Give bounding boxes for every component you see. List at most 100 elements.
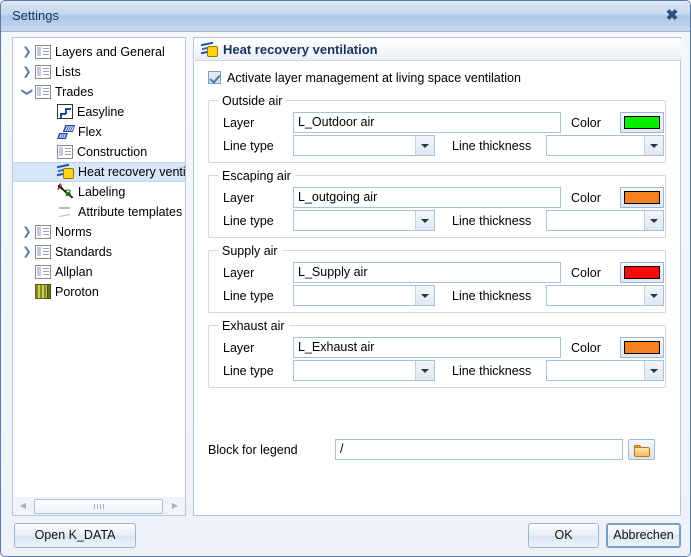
color-label: Color	[571, 341, 601, 355]
line-thickness-select[interactable]	[546, 360, 664, 381]
sidebar-item[interactable]: Attribute templates	[13, 202, 185, 222]
air-group: Exhaust air Layer L_Exhaust air Color Line t…	[208, 319, 666, 388]
line-thickness-select[interactable]	[546, 135, 664, 156]
block-for-legend-browse-button[interactable]	[628, 439, 655, 460]
tree-horizontal-scrollbar[interactable]: ◀ ▶	[12, 497, 186, 516]
chevron-down-icon[interactable]	[415, 211, 434, 230]
line-thickness-label: Line thickness	[452, 364, 532, 378]
close-icon[interactable]: ✖	[662, 7, 682, 25]
labeling-icon	[57, 183, 74, 199]
sidebar-item-label: Standards	[55, 245, 112, 259]
layer-input[interactable]: L_Supply air	[293, 262, 561, 283]
group-title: Outside air	[218, 94, 287, 108]
group-title: Escaping air	[218, 169, 295, 183]
color-swatch	[624, 341, 660, 354]
sidebar-item[interactable]: ❯ Lists	[13, 62, 185, 82]
page-title: Heat recovery ventilation	[223, 42, 378, 57]
line-thickness-label: Line thickness	[452, 214, 532, 228]
layer-label: Layer	[223, 116, 255, 130]
chevron-right-icon[interactable]: ❯	[19, 42, 35, 62]
layer-input[interactable]: L_Exhaust air	[293, 337, 561, 358]
folder-icon	[634, 445, 650, 457]
color-picker-button[interactable]	[620, 262, 664, 283]
color-label: Color	[571, 116, 601, 130]
air-group: Escaping air Layer L_outgoing air Color Line…	[208, 169, 666, 238]
page-icon	[35, 85, 51, 99]
settings-tree[interactable]: ❯ Layers and General ❯ Lists ❯ Trades Easylin…	[12, 37, 186, 516]
sidebar-item-label: Allplan	[55, 265, 93, 279]
sidebar-item-label: Lists	[55, 65, 81, 79]
sidebar-item-label: Labeling	[78, 185, 126, 199]
sidebar-item-label: Poroton	[55, 285, 99, 299]
title-bar: Settings ✖	[1, 1, 690, 32]
layer-input[interactable]: L_outgoing air	[293, 187, 561, 208]
chevron-down-icon[interactable]: ❯	[17, 84, 37, 100]
page-icon	[35, 65, 51, 79]
sidebar-item[interactable]: Labeling	[13, 182, 185, 202]
sidebar-item[interactable]: Allplan	[13, 262, 185, 282]
line-thickness-label: Line thickness	[452, 289, 532, 303]
page-icon	[35, 265, 51, 279]
line-thickness-select[interactable]	[546, 210, 664, 231]
chevron-right-icon[interactable]: ❯	[19, 62, 35, 82]
sidebar-item[interactable]: Flex	[13, 122, 185, 142]
sidebar-item[interactable]: Poroton	[13, 282, 185, 302]
sidebar-item-label: Norms	[55, 225, 92, 239]
layer-label: Layer	[223, 266, 255, 280]
open-k-data-button[interactable]: Open K_DATA	[14, 523, 136, 548]
sidebar-item[interactable]: Heat recovery ventilation	[13, 162, 185, 182]
chevron-right-icon[interactable]: ❯	[19, 242, 35, 262]
line-type-select[interactable]	[293, 360, 435, 381]
activate-layer-management-label: Activate layer management at living spac…	[227, 71, 521, 85]
layer-input[interactable]: L_Outdoor air	[293, 112, 561, 133]
content-panel: Heat recovery ventilation Activate layer…	[193, 37, 681, 516]
chevron-down-icon[interactable]	[644, 361, 663, 380]
sidebar-item-label: Attribute templates	[78, 205, 183, 219]
sidebar-item-label: Layers and General	[55, 45, 165, 59]
heat-recovery-icon	[201, 42, 218, 57]
sidebar-item[interactable]: Construction	[13, 142, 185, 162]
line-type-select[interactable]	[293, 285, 435, 306]
chevron-right-icon[interactable]: ❯	[19, 222, 35, 242]
chevron-left-icon[interactable]: ◀	[16, 499, 30, 512]
sidebar-item[interactable]: ❯ Layers and General	[13, 42, 185, 62]
sidebar-item-label: Trades	[55, 85, 94, 99]
scrollbar-thumb[interactable]	[34, 499, 163, 514]
color-picker-button[interactable]	[620, 337, 664, 358]
chevron-down-icon[interactable]	[415, 136, 434, 155]
line-type-label: Line type	[223, 364, 274, 378]
activate-layer-management-checkbox[interactable]	[208, 71, 221, 84]
sidebar-item[interactable]: ❯ Standards	[13, 242, 185, 262]
color-swatch	[624, 191, 660, 204]
window-title: Settings	[12, 8, 59, 23]
page-icon	[35, 45, 51, 59]
sidebar-item[interactable]: ❯ Trades	[13, 82, 185, 102]
ok-button[interactable]: OK	[528, 523, 599, 548]
line-thickness-label: Line thickness	[452, 139, 532, 153]
sidebar-item[interactable]: Easyline	[13, 102, 185, 122]
layer-label: Layer	[223, 341, 255, 355]
chevron-down-icon[interactable]	[644, 286, 663, 305]
cancel-button[interactable]: Abbrechen	[606, 523, 681, 548]
chevron-right-icon[interactable]: ▶	[168, 499, 182, 512]
chevron-down-icon[interactable]	[415, 286, 434, 305]
line-thickness-select[interactable]	[546, 285, 664, 306]
block-for-legend-input[interactable]: /	[335, 439, 623, 460]
color-picker-button[interactable]	[620, 112, 664, 133]
block-for-legend-label: Block for legend	[208, 443, 298, 457]
sidebar-item[interactable]: ❯ Norms	[13, 222, 185, 242]
chevron-down-icon[interactable]	[644, 211, 663, 230]
chevron-down-icon[interactable]	[644, 136, 663, 155]
chevron-down-icon[interactable]	[415, 361, 434, 380]
color-swatch	[624, 266, 660, 279]
heat-recovery-icon	[57, 164, 74, 179]
color-picker-button[interactable]	[620, 187, 664, 208]
line-type-select[interactable]	[293, 135, 435, 156]
activate-layer-management-row[interactable]: Activate layer management at living spac…	[208, 71, 521, 87]
line-type-select[interactable]	[293, 210, 435, 231]
